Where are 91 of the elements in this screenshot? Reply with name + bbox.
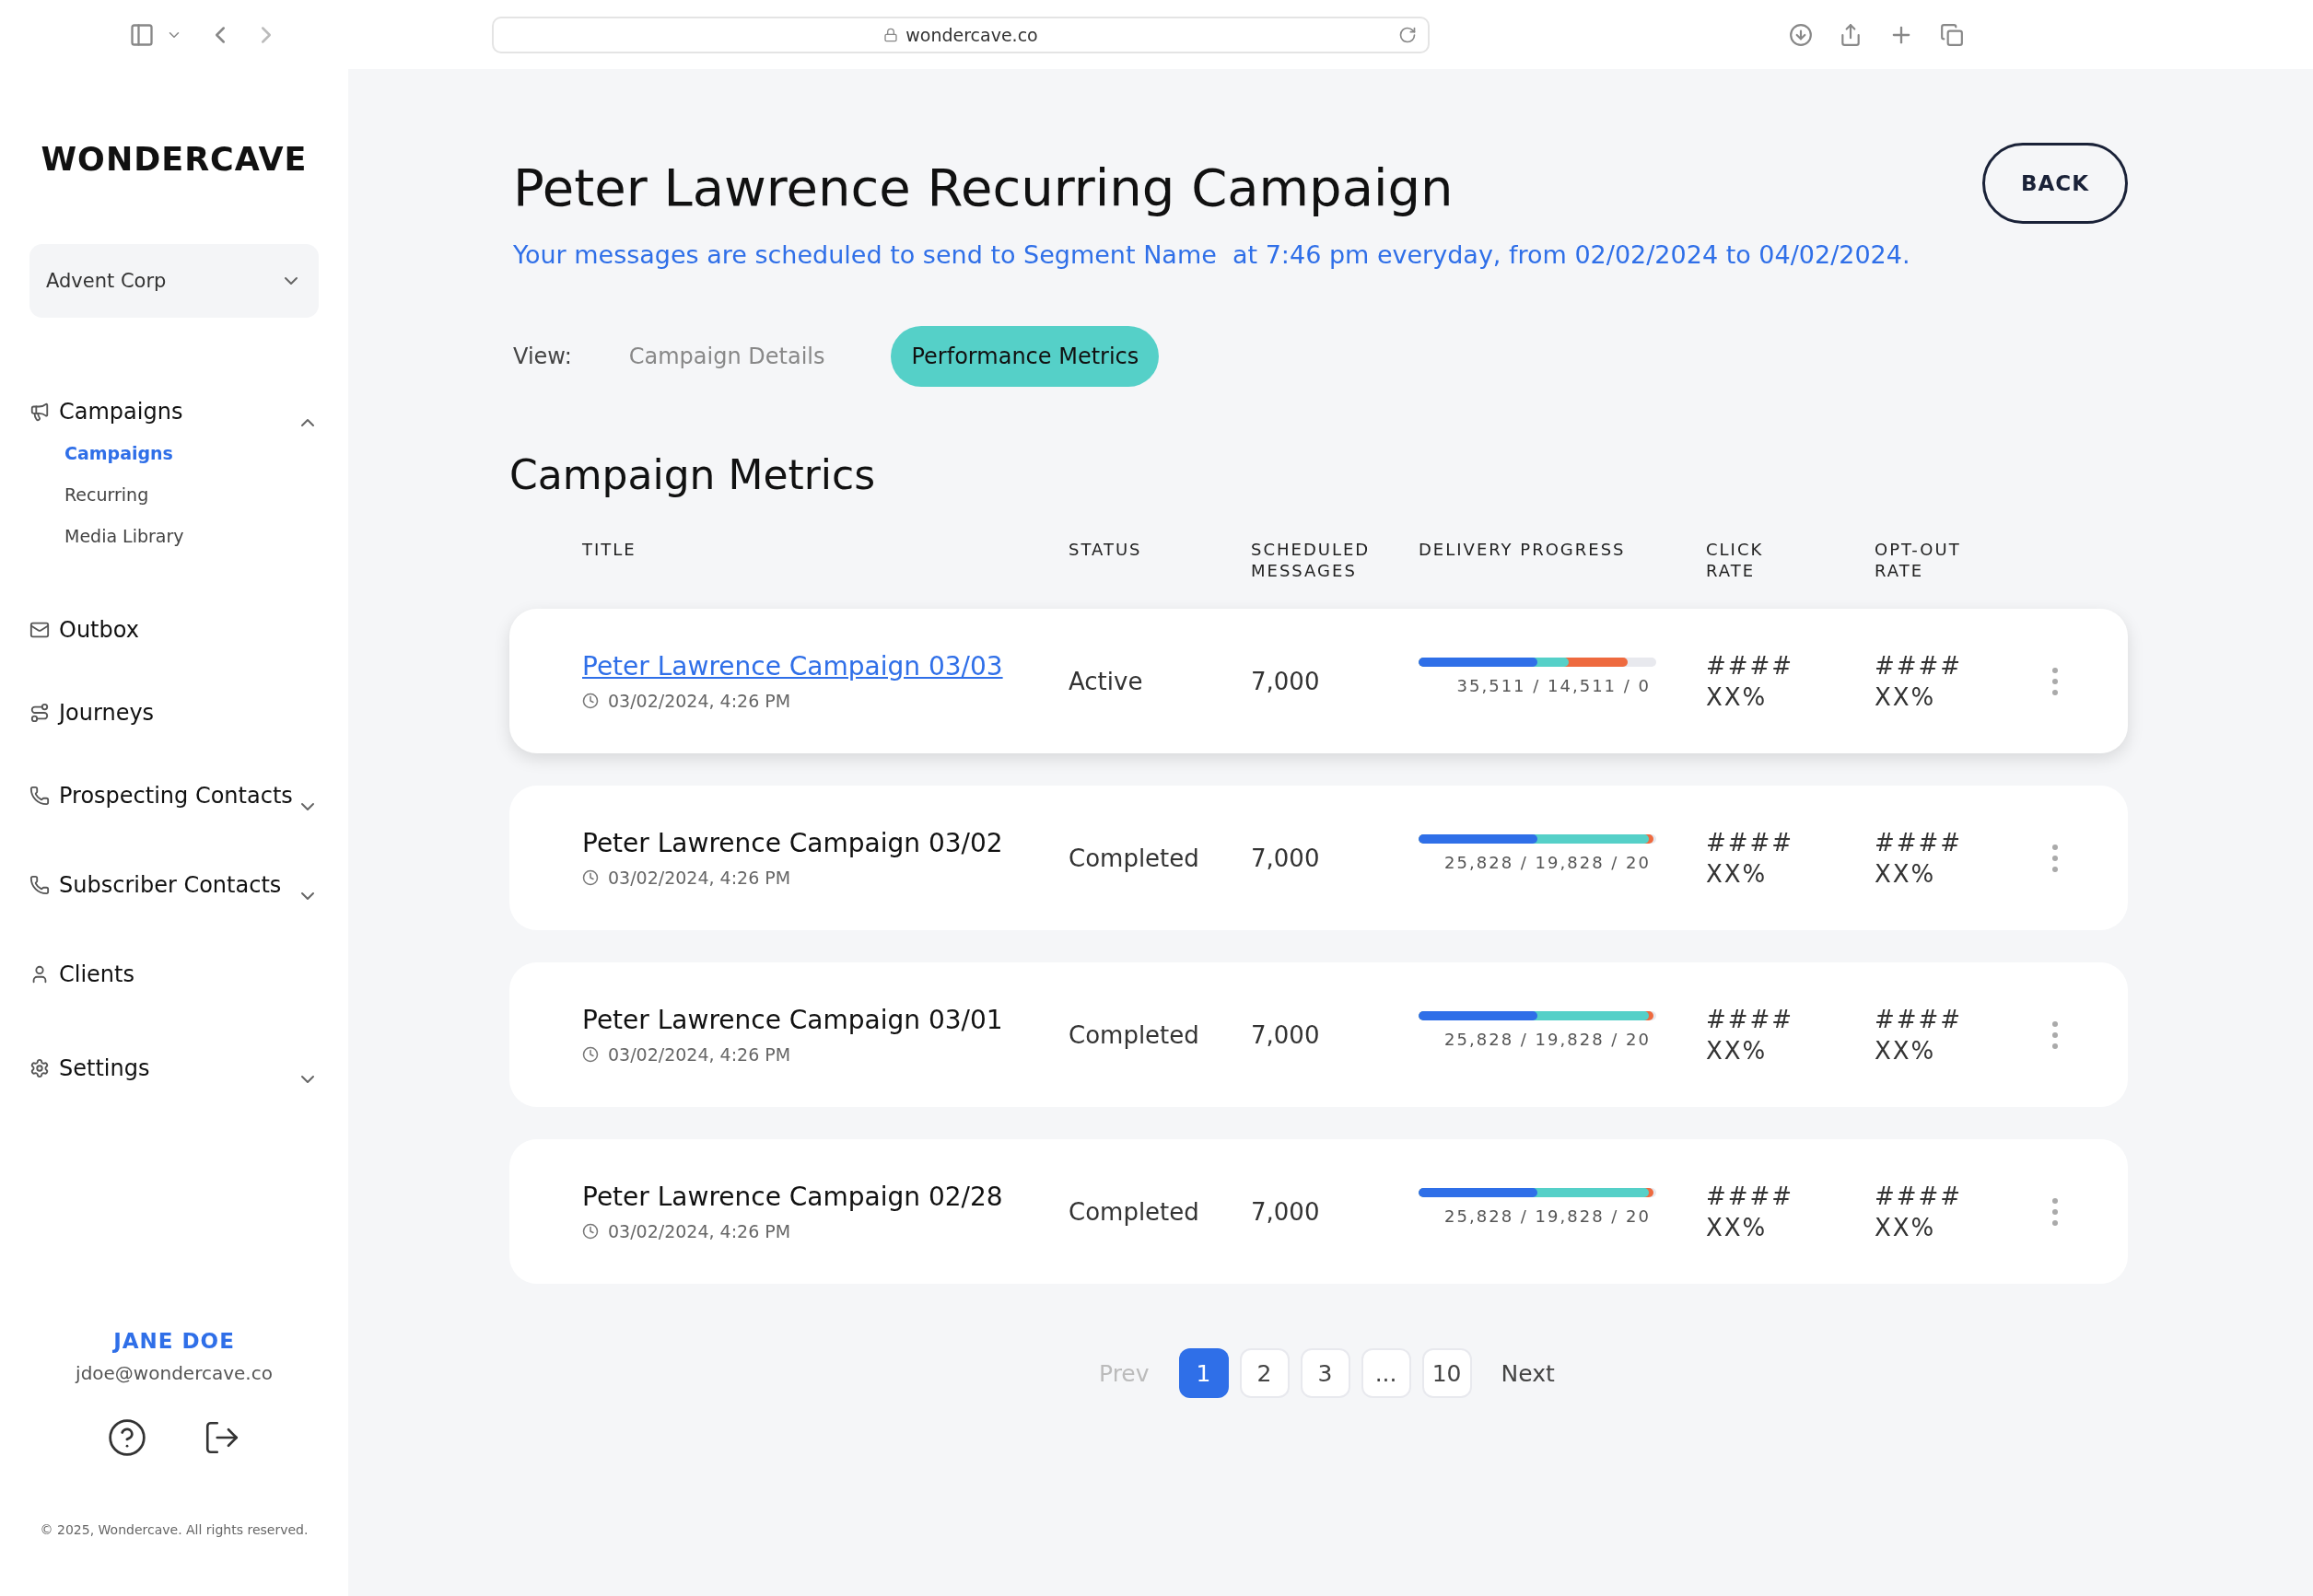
clock-icon — [582, 869, 599, 886]
nav-item[interactable]: Campaigns — [29, 399, 297, 425]
sidebar-toggle-icon[interactable] — [129, 21, 155, 48]
nav-subitem[interactable]: Campaigns — [64, 443, 319, 484]
status-text: Active — [1069, 667, 1144, 695]
schedule-text: Your messages are scheduled to send to Segment Name at 7:46 pm everyday, from 02/02/2024 to 04/02/2024. — [513, 240, 1911, 269]
nav-item[interactable]: Subscriber Contacts — [29, 872, 297, 898]
click-rate-value: #### — [1706, 1182, 1795, 1210]
opt-out-rate-value: XX% — [1875, 859, 1937, 888]
click-rate-value: XX% — [1706, 859, 1769, 888]
next-link[interactable]: Next — [1482, 1359, 1573, 1387]
section-heading: Campaign Metrics — [509, 451, 877, 498]
campaign-date: 03/02/2024, 4:26 PM — [608, 1044, 791, 1065]
page-button[interactable]: 1 — [1178, 1348, 1229, 1398]
nav-subitem[interactable]: Recurring — [64, 484, 319, 526]
delivery-counts: 25,828 / 19,828 / 20 — [1444, 853, 1652, 872]
phone-icon — [29, 786, 50, 806]
page-title: Peter Lawrence Recurring Campaign — [513, 157, 1454, 217]
more-options-icon[interactable] — [2052, 1197, 2058, 1226]
route-icon — [29, 703, 50, 723]
nav-item[interactable]: Settings — [29, 1055, 297, 1081]
more-options-icon[interactable] — [2052, 667, 2058, 695]
opt-out-rate-value: #### — [1875, 1182, 1964, 1210]
user-email: jdoe@wondercave.co — [76, 1362, 273, 1384]
view-label: View: — [513, 344, 572, 369]
account-dropdown[interactable]: Advent Corp — [29, 244, 319, 318]
column-header: TITLE — [582, 539, 637, 561]
help-icon[interactable] — [107, 1417, 147, 1458]
status-text: Completed — [1069, 1020, 1200, 1049]
clock-icon — [582, 693, 599, 709]
click-rate-value: XX% — [1706, 1036, 1769, 1065]
reload-icon[interactable] — [1398, 25, 1417, 44]
delivery-counts: 25,828 / 19,828 / 20 — [1444, 1206, 1652, 1226]
clock-icon — [582, 1046, 599, 1063]
download-icon[interactable] — [1789, 22, 1813, 47]
column-header: OPT-OUT RATE — [1875, 539, 1962, 581]
opt-out-rate-value: #### — [1875, 1005, 1964, 1033]
column-header: SCHEDULED MESSAGES — [1251, 539, 1372, 581]
user-name: JANE DOE — [113, 1329, 235, 1353]
lock-icon — [883, 27, 899, 42]
delivery-counts: 25,828 / 19,828 / 20 — [1444, 1030, 1652, 1049]
opt-out-rate-value: #### — [1875, 828, 1964, 856]
campaign-title: Peter Lawrence Campaign 03/01 — [582, 1005, 1003, 1035]
opt-out-rate-value: XX% — [1875, 1036, 1937, 1065]
column-header: CLICK RATE — [1706, 539, 1765, 581]
status-text: Completed — [1069, 1197, 1200, 1226]
more-options-icon[interactable] — [2052, 844, 2058, 872]
opt-out-rate-value: XX% — [1875, 682, 1937, 711]
column-header: STATUS — [1069, 539, 1143, 561]
nav-item[interactable]: Outbox — [29, 617, 319, 643]
opt-out-rate-value: XX% — [1875, 1213, 1937, 1241]
nav-item[interactable]: Clients — [29, 961, 319, 987]
share-icon[interactable] — [1839, 22, 1863, 47]
settings-icon — [29, 1058, 50, 1078]
click-rate-value: XX% — [1706, 1213, 1769, 1241]
status-text: Completed — [1069, 844, 1200, 872]
copyright-text: © 2025, Wondercave. All rights reserved. — [40, 1522, 309, 1537]
back-button[interactable]: BACK — [1982, 143, 2128, 224]
nav-subitem[interactable]: Media Library — [64, 526, 319, 567]
column-header: DELIVERY PROGRESS — [1419, 539, 1627, 561]
page-button[interactable]: ... — [1361, 1348, 1411, 1398]
scheduled-count: 7,000 — [1251, 1197, 1321, 1226]
campaign-link[interactable]: Peter Lawrence Campaign 03/03 — [582, 651, 1003, 682]
campaign-date: 03/02/2024, 4:26 PM — [608, 1221, 791, 1241]
opt-out-rate-value: #### — [1875, 651, 1964, 680]
wordmark-logo: WONDERCAVE — [40, 141, 309, 178]
click-rate-value: #### — [1706, 651, 1795, 680]
phone-icon — [29, 875, 50, 895]
scheduled-count: 7,000 — [1251, 667, 1321, 695]
scheduled-count: 7,000 — [1251, 1020, 1321, 1049]
envelope-icon — [29, 620, 50, 640]
page-button[interactable]: 2 — [1239, 1348, 1290, 1398]
nav-item[interactable]: Prospecting Contacts — [29, 783, 297, 809]
campaign-title: Peter Lawrence Campaign 03/02 — [582, 828, 1003, 858]
click-rate-value: XX% — [1706, 682, 1769, 711]
click-rate-value: #### — [1706, 1005, 1795, 1033]
more-options-icon[interactable] — [2052, 1020, 2058, 1049]
view-tab[interactable]: Performance Metrics — [891, 326, 1160, 387]
clock-icon — [582, 1223, 599, 1240]
campaign-title: Peter Lawrence Campaign 02/28 — [582, 1182, 1003, 1212]
scheduled-count: 7,000 — [1251, 844, 1321, 872]
page-button[interactable]: 3 — [1300, 1348, 1350, 1398]
page-button[interactable]: 10 — [1421, 1348, 1472, 1398]
campaign-date: 03/02/2024, 4:26 PM — [608, 868, 791, 888]
nav-item[interactable]: Journeys — [29, 700, 319, 726]
delivery-counts: 35,511 / 14,511 / 0 — [1456, 676, 1652, 695]
campaign-date: 03/02/2024, 4:26 PM — [608, 691, 791, 711]
click-rate-value: #### — [1706, 828, 1795, 856]
tabs-icon[interactable] — [1940, 22, 1964, 47]
address-bar[interactable]: wondercave.co — [492, 16, 1430, 53]
megaphone-icon — [29, 402, 50, 422]
